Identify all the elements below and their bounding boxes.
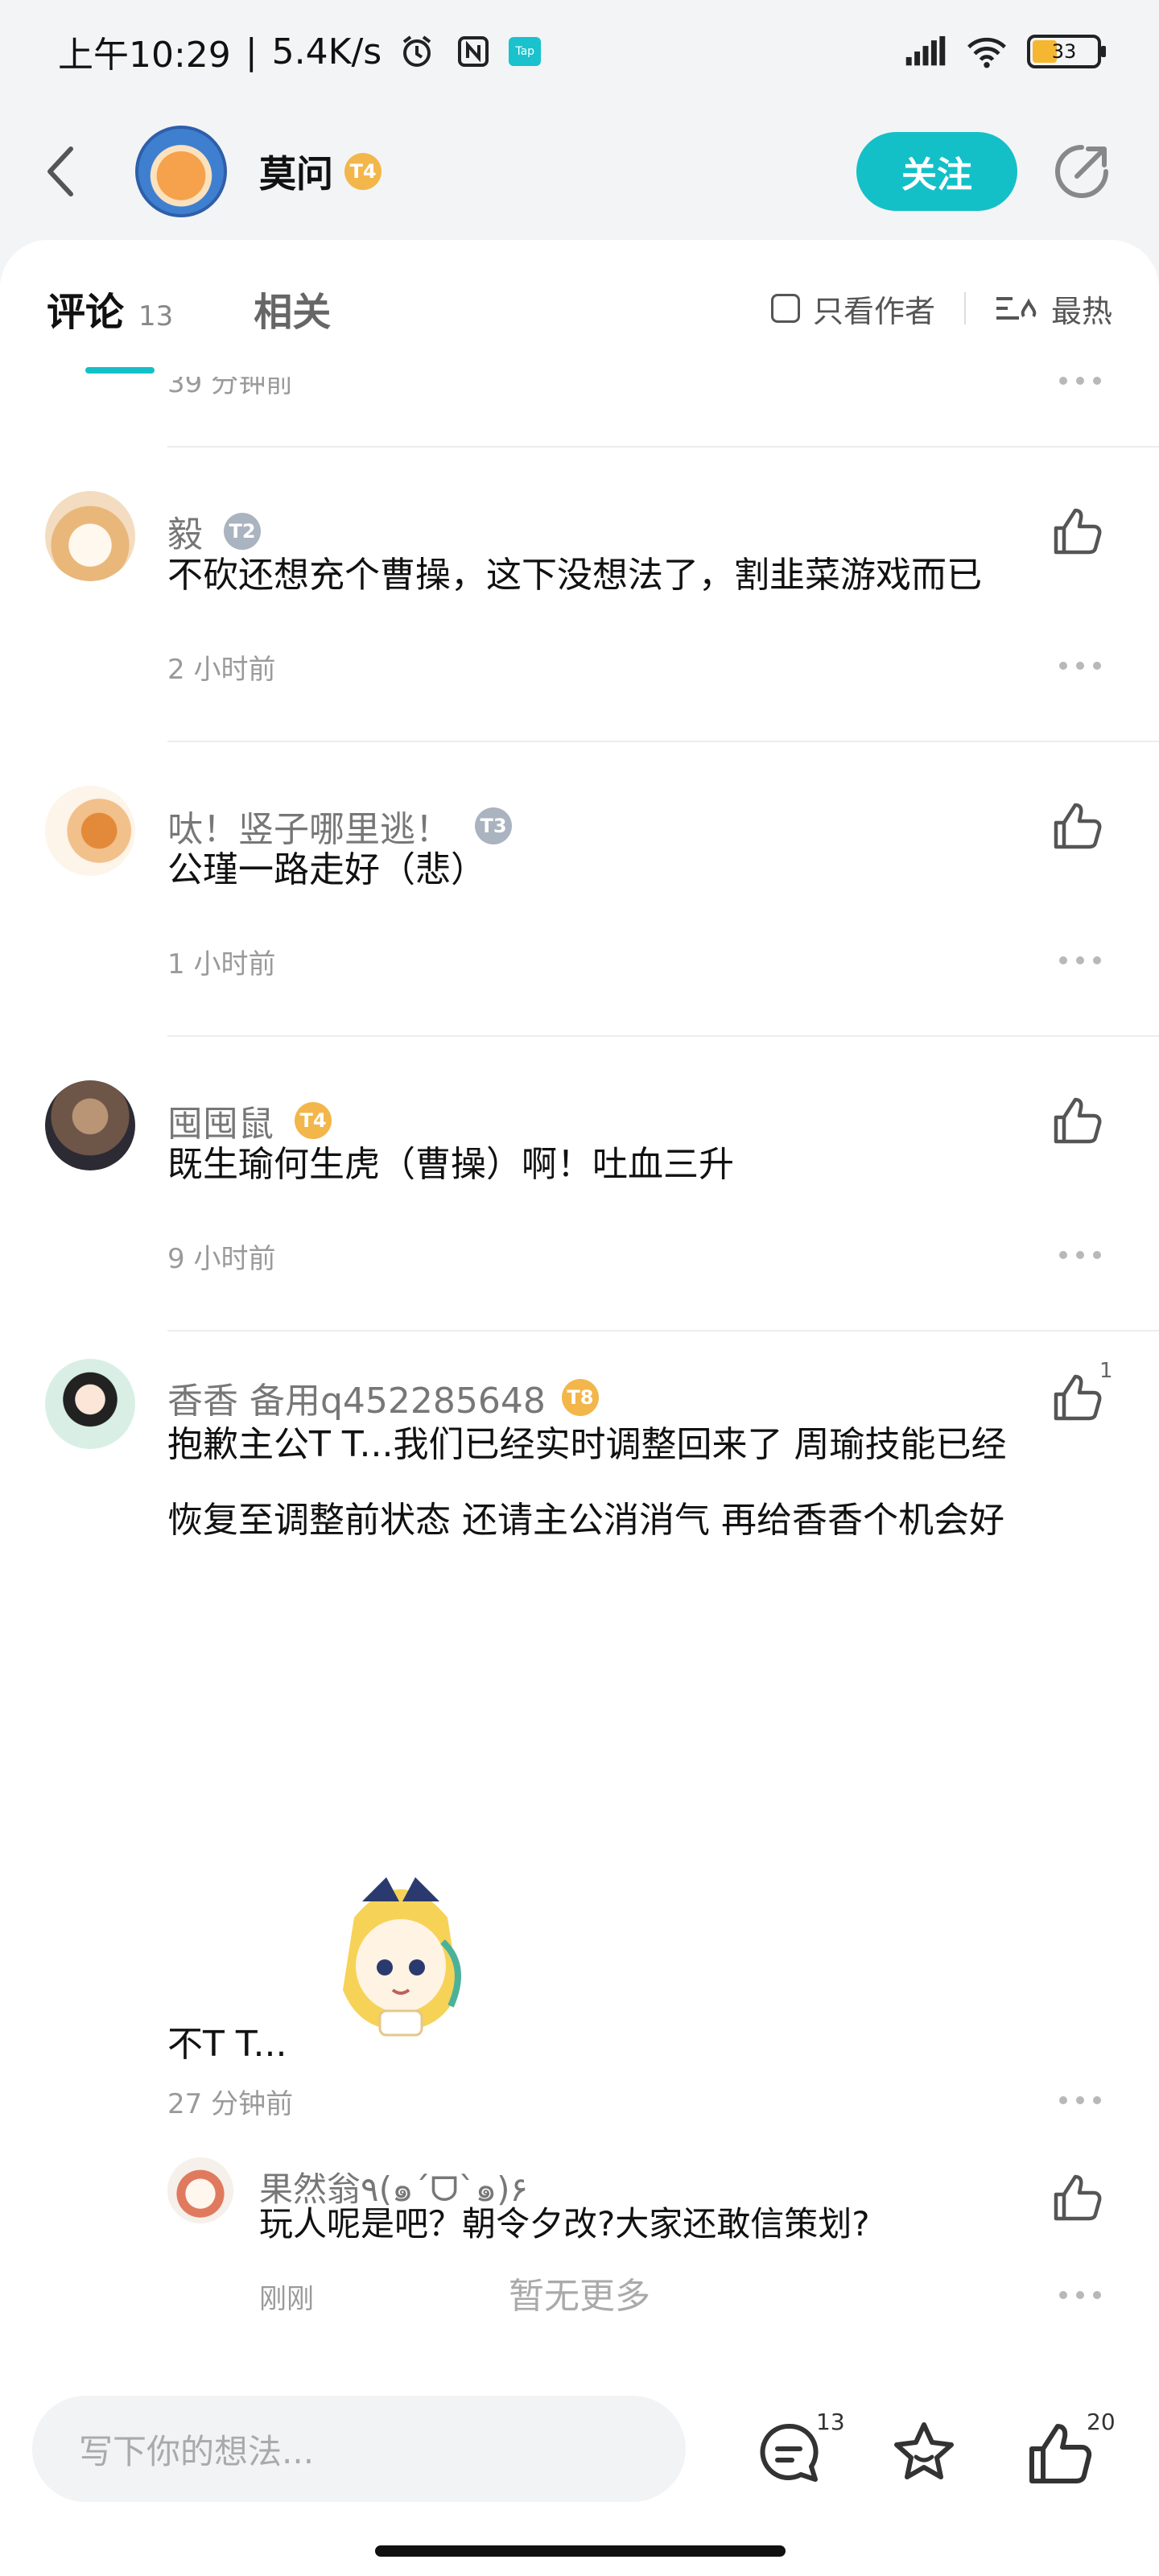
status-separator: | — [245, 31, 258, 72]
comment-count: 13 — [816, 2409, 845, 2435]
home-indicator — [375, 2545, 786, 2557]
tab-related[interactable]: 相关 — [254, 280, 331, 336]
follow-button[interactable]: 关注 — [856, 132, 1017, 211]
author-name[interactable]: 莫问 — [259, 145, 333, 198]
comment-text: 抱歉主公T T...我们已经实时调整回来了 周瑜技能已经 恢复至调整前状态 还请… — [167, 1424, 1007, 1541]
tab-bar: 评论 13 相关 只看作者 最热 — [0, 240, 1159, 377]
bottom-bar: 写下你的想法... 13 20 — [0, 2368, 1159, 2576]
more-icon[interactable] — [1059, 2095, 1101, 2106]
sort-label[interactable]: 最热 — [1051, 287, 1112, 331]
comment-time: 9 小时前 — [167, 1243, 276, 1275]
like-count: 1 — [1099, 1359, 1113, 1383]
profile-header: 莫问 T4 关注 — [0, 103, 1159, 240]
tab-indicator — [85, 367, 155, 374]
avatar[interactable] — [135, 126, 227, 217]
comments-count: 13 — [138, 300, 174, 332]
no-more-label: 暂无更多 — [509, 2276, 650, 2317]
divider — [963, 292, 966, 324]
comment-time: 27 分钟前 — [167, 2088, 294, 2120]
like-count: 20 — [1087, 2409, 1116, 2435]
comment-item: 香香 备用q452285648 T8 1 抱歉主公T T...我们已经实时调整回… — [0, 1330, 1159, 2135]
avatar[interactable] — [45, 786, 135, 876]
comment-item: 呔！竖子哪里逃！ T3 公瑾一路走好（悲） 1 小时前 — [0, 741, 1159, 1035]
nfc-icon — [452, 31, 494, 72]
avatar[interactable] — [45, 1080, 135, 1170]
signal-icon — [905, 31, 947, 72]
more-icon[interactable] — [1059, 375, 1101, 386]
star-icon[interactable] — [890, 2420, 958, 2487]
more-icon[interactable] — [1059, 660, 1101, 671]
comment-item: 囤囤鼠 T4 既生瑜何生虎（曹操）啊！吐血三升 9 小时前 — [0, 1035, 1159, 1330]
level-badge-icon: T4 — [344, 153, 382, 190]
back-button[interactable] — [45, 139, 109, 204]
comments-panel: 评论 13 相关 只看作者 最热 39 分钟前 毅 T2 不砍还想充个曹操，这下… — [0, 240, 1159, 2368]
comment-time: 2 小时前 — [167, 654, 276, 686]
tab-comments[interactable]: 评论 13 — [47, 280, 173, 336]
status-speed: 5.4K/s — [271, 31, 382, 72]
avatar[interactable] — [45, 491, 135, 581]
author-only-checkbox[interactable] — [770, 294, 800, 323]
reply-text: 玩人呢是吧？朝令夕改?大家还敢信策划? — [259, 2204, 870, 2244]
author-only-label[interactable]: 只看作者 — [813, 287, 935, 331]
avatar[interactable] — [167, 2157, 233, 2223]
alarm-icon — [396, 31, 438, 72]
more-icon[interactable] — [1059, 1249, 1101, 1261]
more-icon[interactable] — [1059, 955, 1101, 966]
like-icon[interactable] — [1025, 2420, 1093, 2487]
comment-icon[interactable] — [755, 2420, 823, 2487]
chevron-left-icon — [47, 147, 73, 196]
comment-input[interactable]: 写下你的想法... — [32, 2396, 686, 2502]
wifi-icon — [966, 31, 1008, 72]
comment-text-end: 不T T... — [167, 2024, 287, 2065]
sort-icon[interactable] — [995, 292, 1038, 324]
avatar[interactable] — [45, 1359, 135, 1449]
sticker-image — [343, 1877, 461, 2037]
comment-text: 既生瑜何生虎（曹操）啊！吐血三升 — [167, 1144, 734, 1185]
comment-text: 公瑾一路走好（悲） — [167, 849, 486, 890]
status-time: 上午10:29 — [58, 35, 231, 76]
comment-time: 1 小时前 — [167, 948, 276, 980]
taptap-icon: Tap — [509, 37, 542, 66]
status-bar: 上午10:29 | 5.4K/s Tap 33 — [0, 0, 1159, 103]
reply-item: 果然翁٩(๑´ᗜ`๑)۶ 玩人呢是吧？朝令夕改?大家还敢信策划? 刚刚 — [0, 2135, 1159, 2368]
comment-text: 不砍还想充个曹操，这下没想法了，割韭菜游戏而已 — [167, 555, 982, 596]
share-icon[interactable] — [1050, 139, 1114, 204]
comment-item: 毅 T2 不砍还想充个曹操，这下没想法了，割韭菜游戏而已 2 小时前 — [0, 446, 1159, 741]
battery-icon: 33 — [1027, 35, 1106, 68]
